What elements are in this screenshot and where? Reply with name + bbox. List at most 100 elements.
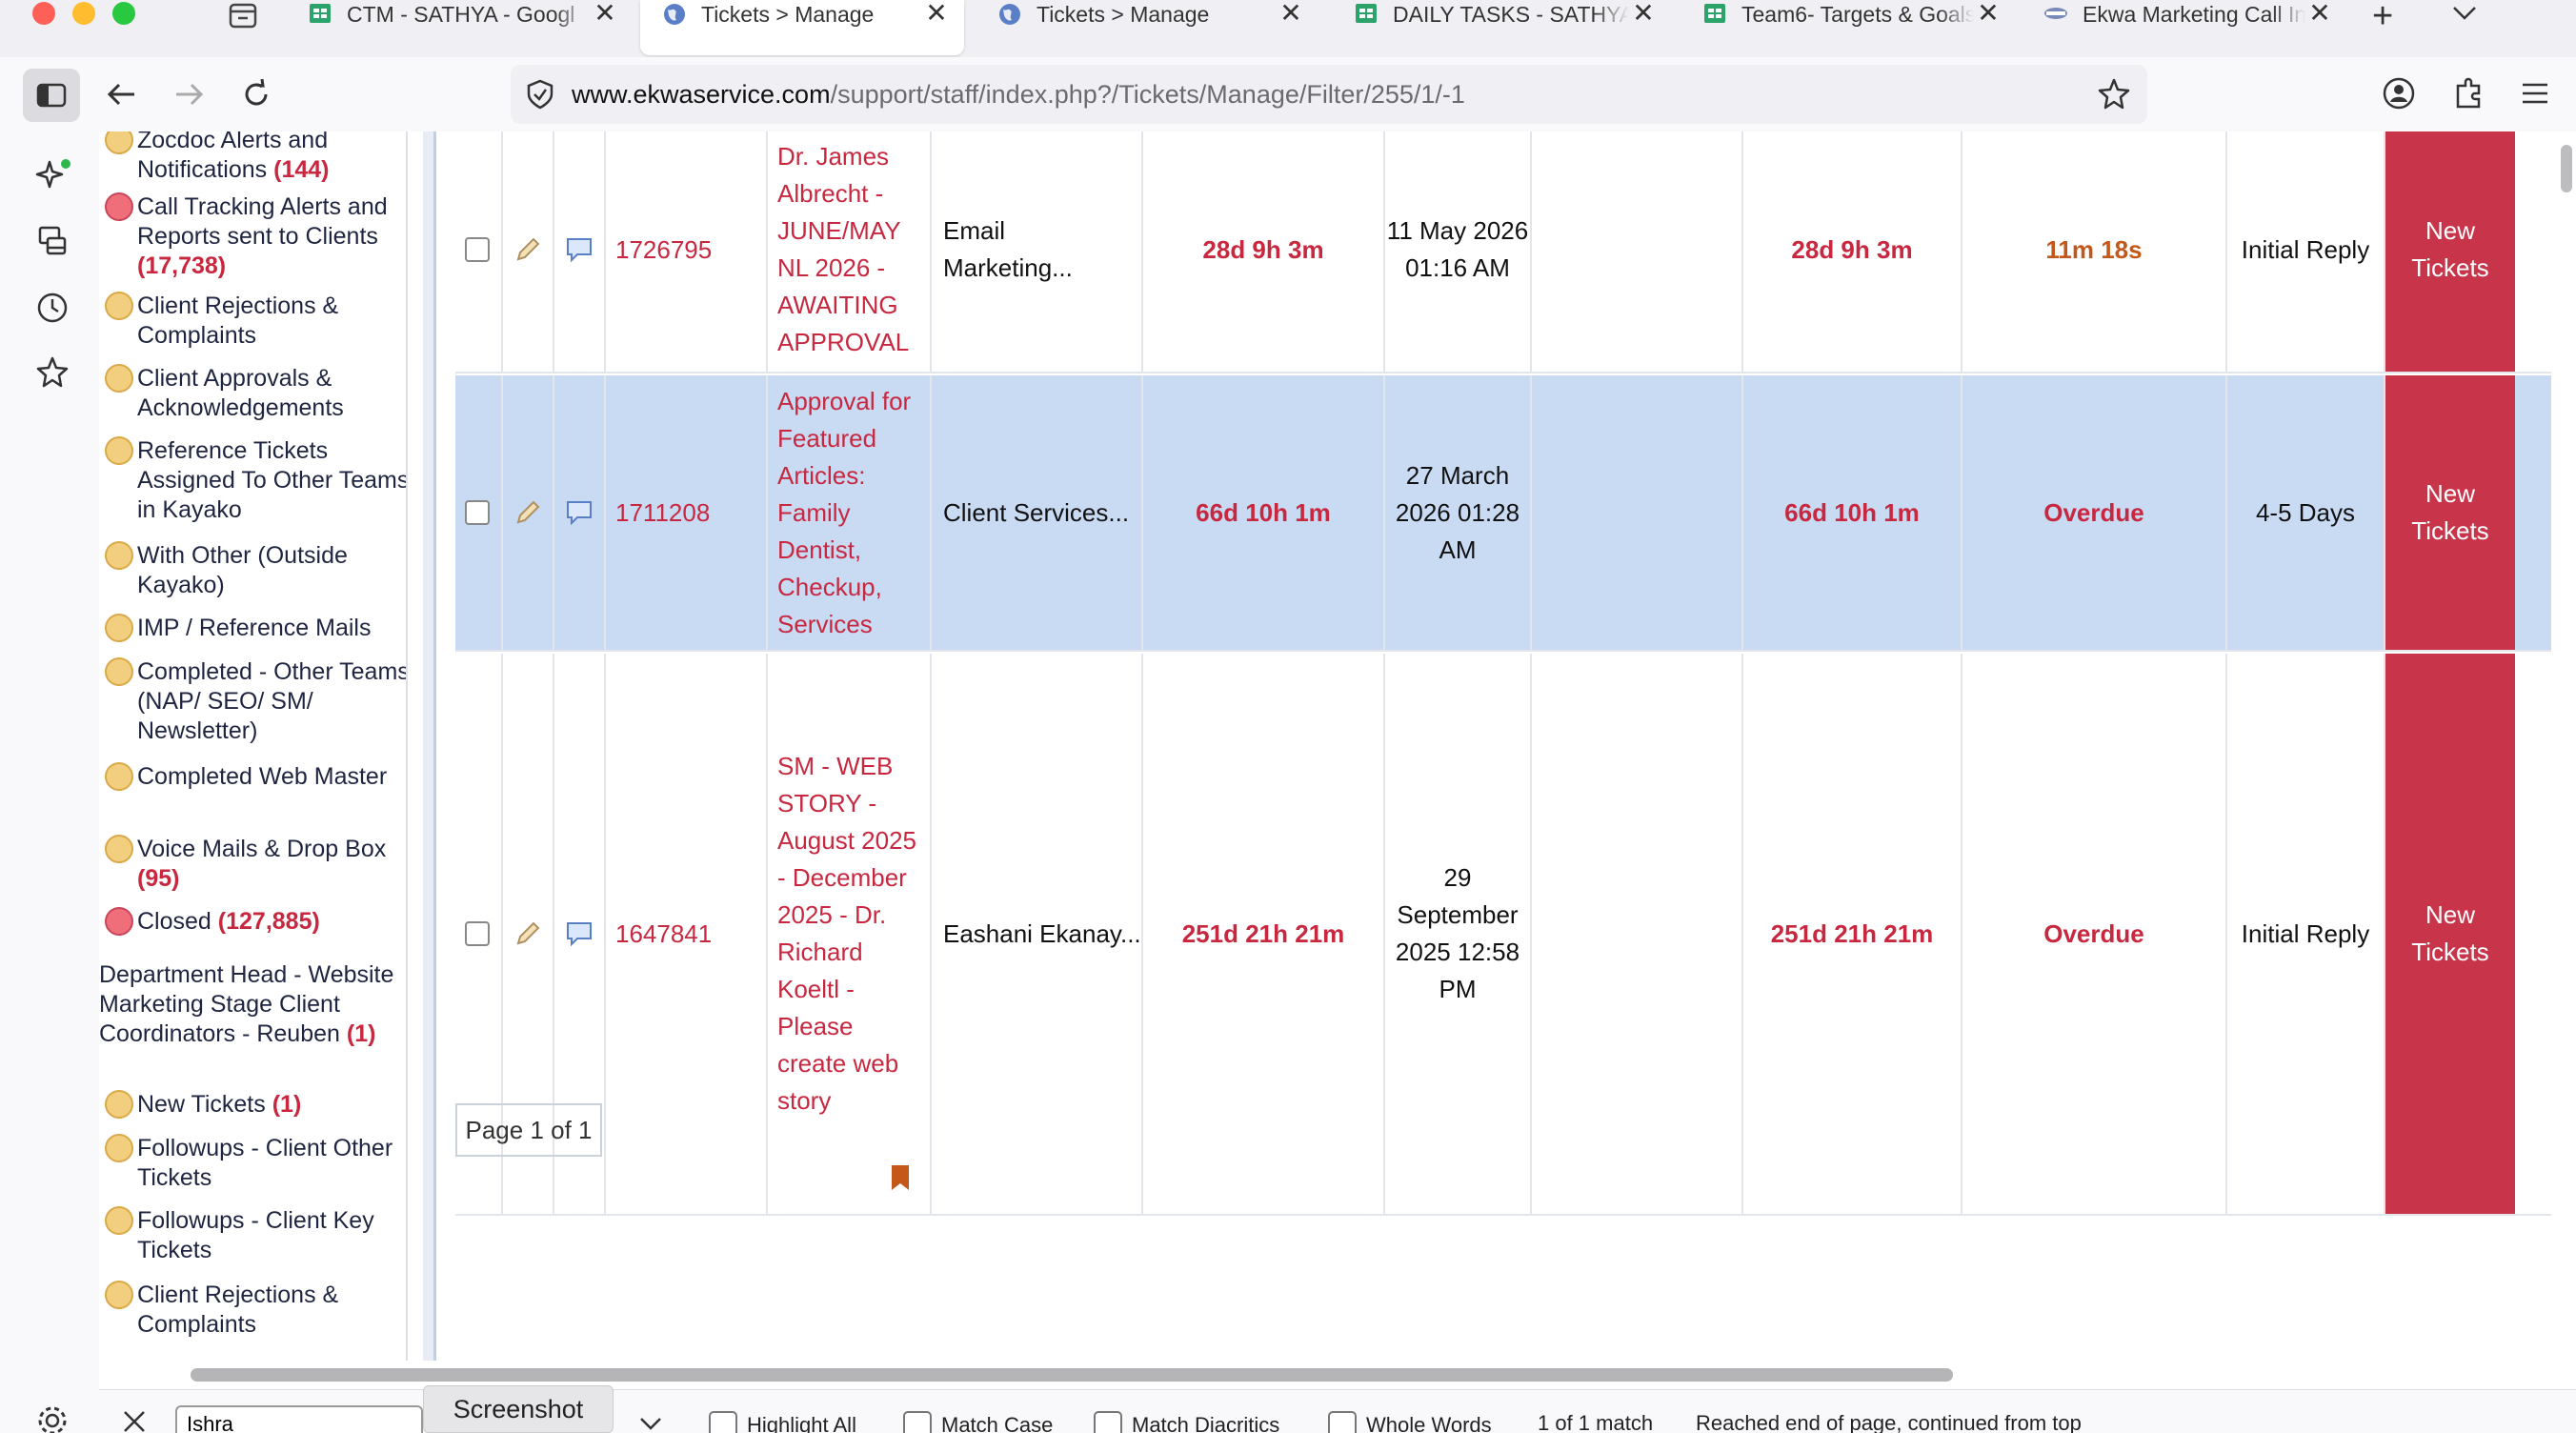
filter-item[interactable]: IMP / Reference Mails: [105, 614, 406, 643]
minimize-window-button[interactable]: [72, 2, 95, 25]
vertical-scrollbar[interactable]: [2561, 145, 2572, 192]
speech-bubble-icon[interactable]: [564, 498, 596, 527]
reload-button[interactable]: [234, 72, 278, 116]
age-cell: 28d 9h 3m: [1743, 131, 1962, 372]
ticket-subject-link[interactable]: Approval for Featured Articles: Family D…: [777, 383, 922, 643]
whole-words-toggle[interactable]: Whole Words: [1328, 1411, 1492, 1433]
ai-sparkle-icon[interactable]: [34, 158, 70, 201]
ticket-id-link[interactable]: 1726795: [615, 235, 712, 265]
pencil-edit-icon[interactable]: [513, 497, 543, 528]
tab[interactable]: Tickets > Manage ✕: [976, 0, 1318, 55]
filter-item[interactable]: Followups - Client Key Tickets: [105, 1206, 406, 1265]
close-tab-icon[interactable]: ✕: [922, 0, 951, 27]
pencil-edit-icon[interactable]: [513, 918, 543, 949]
filter-item[interactable]: Followups - Client Other Tickets: [105, 1134, 406, 1193]
filter-item[interactable]: With Other (Outside Kayako): [105, 541, 406, 600]
status-dot-icon: [105, 541, 133, 570]
site-security-icon[interactable]: [526, 79, 554, 110]
table-row[interactable]: 1711208 Approval for Featured Articles: F…: [455, 375, 2551, 652]
department-heading[interactable]: Department Head - Website Marketing Stag…: [99, 960, 394, 1049]
filter-item[interactable]: Client Rejections & Complaints: [105, 1281, 406, 1340]
status-text: Initial Reply: [2241, 234, 2370, 264]
tab[interactable]: Ekwa Marketing Call Ins ✕: [2022, 0, 2347, 55]
status-dot-icon: [105, 762, 133, 791]
speech-bubble-icon[interactable]: [564, 919, 596, 948]
close-window-button[interactable]: [32, 2, 55, 25]
tab[interactable]: DAILY TASKS - SATHYA ✕: [1332, 0, 1671, 55]
filter-item[interactable]: Completed Web Master: [105, 762, 406, 792]
owner-queue-text: New Tickets: [2411, 216, 2489, 282]
horizontal-scrollbar[interactable]: [191, 1368, 1953, 1382]
find-next-chevron-icon[interactable]: [638, 1415, 663, 1433]
account-icon[interactable]: [2382, 76, 2416, 117]
match-case-label: Match Case: [941, 1413, 1054, 1433]
status-dot-icon: [105, 657, 133, 686]
close-tab-icon[interactable]: ✕: [1629, 0, 1658, 27]
browser-sidebar: [0, 131, 99, 1433]
customize-sidebar-gear-icon[interactable]: [36, 1404, 69, 1433]
ticket-subject-link[interactable]: SM - WEB STORY - August 2025 - December …: [777, 748, 922, 1120]
new-tab-button[interactable]: +: [2372, 0, 2393, 37]
bookmark-star-icon[interactable]: [2098, 78, 2130, 117]
sidebar-toggle-button[interactable]: [23, 69, 80, 122]
tab[interactable]: Tickets > Manage ✕: [640, 0, 964, 55]
bookmarks-star-icon[interactable]: [36, 356, 69, 395]
table-row[interactable]: 1726795 Dr. James Albrecht - JUNE/MAY NL …: [455, 131, 2551, 373]
extensions-icon[interactable]: [2452, 76, 2486, 117]
close-findbar-icon[interactable]: [122, 1409, 147, 1433]
filter-item[interactable]: New Tickets (1): [105, 1090, 406, 1120]
close-tab-icon[interactable]: ✕: [591, 0, 619, 27]
filter-item[interactable]: Reference Tickets Assigned To Other Team…: [105, 436, 406, 525]
status-text: 4-5 Days: [2255, 497, 2356, 527]
back-button[interactable]: [99, 72, 143, 116]
close-tab-icon[interactable]: ✕: [1277, 0, 1305, 27]
match-diacritics-toggle[interactable]: Match Diacritics: [1094, 1411, 1279, 1433]
find-input[interactable]: [175, 1405, 423, 1433]
url-host: www.ekwaservice.com: [572, 79, 831, 109]
sheets-icon: [1353, 2, 1379, 25]
ticket-id-link[interactable]: 1647841: [615, 919, 712, 949]
tab[interactable]: CTM - SATHYA - Googl ✕: [286, 0, 633, 55]
subject-cell: SM - WEB STORY - August 2025 - December …: [768, 654, 932, 1214]
row-checkbox[interactable]: [465, 500, 490, 525]
zoom-window-button[interactable]: [112, 2, 135, 25]
highlight-all-checkbox[interactable]: [709, 1411, 737, 1433]
tab-list-chevron-icon[interactable]: [2450, 2, 2479, 31]
subject-cell: Approval for Featured Articles: Family D…: [768, 375, 932, 650]
filter-item[interactable]: Call Tracking Alerts and Reports sent to…: [105, 192, 406, 281]
ticket-id-link[interactable]: 1711208: [615, 498, 710, 528]
tab[interactable]: Team6- Targets & Goals ✕: [1680, 0, 2016, 55]
speech-bubble-icon[interactable]: [564, 235, 596, 264]
match-case-toggle[interactable]: Match Case: [903, 1411, 1053, 1433]
row-checkbox[interactable]: [465, 237, 490, 262]
table-row[interactable]: 1647841 SM - WEB STORY - August 2025 - De…: [455, 654, 2551, 1216]
last-replier-cell: [1532, 131, 1743, 372]
age-text: 66d 10h 1m: [1784, 497, 1920, 527]
bookmark-flag-icon[interactable]: [890, 1163, 911, 1202]
forward-button[interactable]: [168, 72, 211, 116]
filter-item[interactable]: Closed (127,885): [105, 907, 406, 937]
last-activity-cell: 251d 21h 21m: [1143, 654, 1385, 1214]
filter-item[interactable]: Voice Mails & Drop Box (95): [105, 835, 406, 894]
filter-item[interactable]: Client Approvals & Acknowledgements: [105, 364, 406, 423]
filter-item[interactable]: Zocdoc Alerts and Notifications (144): [105, 131, 406, 185]
close-tab-icon[interactable]: ✕: [2305, 0, 2334, 27]
find-status: Reached end of page, continued from top: [1696, 1411, 2082, 1433]
synced-tabs-icon[interactable]: [36, 225, 69, 264]
row-checkbox[interactable]: [465, 921, 490, 946]
match-case-checkbox[interactable]: [903, 1411, 932, 1433]
highlight-all-toggle[interactable]: Highlight All: [709, 1411, 856, 1433]
app-menu-icon[interactable]: [2521, 80, 2549, 113]
whole-words-checkbox[interactable]: [1328, 1411, 1357, 1433]
ticket-subject-link[interactable]: Dr. James Albrecht - JUNE/MAY NL 2026 - …: [777, 138, 922, 361]
close-tab-icon[interactable]: ✕: [1974, 0, 2002, 27]
history-clock-icon[interactable]: [36, 292, 69, 331]
url-bar[interactable]: www.ekwaservice.com/support/staff/index.…: [511, 65, 2147, 124]
pencil-edit-icon[interactable]: [513, 234, 543, 265]
filter-item[interactable]: Completed - Other Teams (NAP/ SEO/ SM/ N…: [105, 657, 406, 746]
tab-overview-icon[interactable]: [229, 2, 257, 29]
ekwa-logo-icon: [2043, 2, 2069, 25]
match-diacritics-checkbox[interactable]: [1094, 1411, 1122, 1433]
filter-item[interactable]: Client Rejections & Complaints: [105, 292, 406, 351]
owner-cell: New Tickets: [2385, 131, 2515, 372]
